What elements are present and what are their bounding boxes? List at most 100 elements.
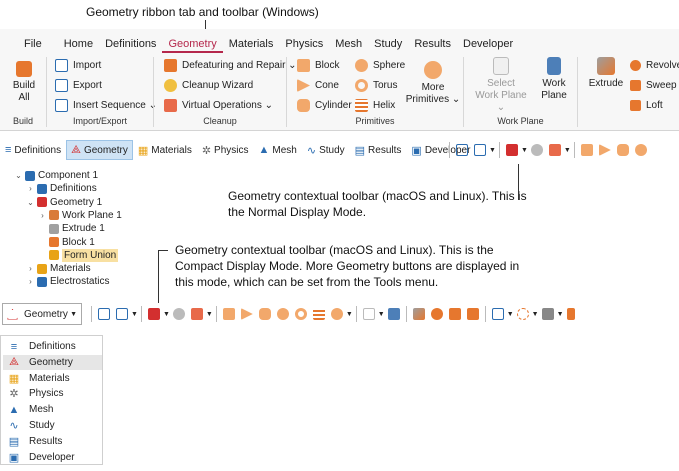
chevron-down-icon[interactable]: ▼ [532, 311, 539, 318]
toolbar-physics[interactable]: ✲ Physics [197, 140, 254, 160]
more-primitives-button[interactable]: More Primitives ⌄ [405, 61, 461, 106]
menu-item-developer[interactable]: ▣ Developer [3, 450, 102, 465]
insert-sequence-icon[interactable] [116, 308, 128, 320]
tree-node[interactable]: › Materials [26, 262, 90, 275]
insert-sequence-icon[interactable] [474, 144, 486, 156]
revolve-button[interactable]: Revolve [630, 59, 679, 72]
export-button[interactable]: Export [55, 79, 102, 92]
menu-item-mesh[interactable]: ▲ Mesh [3, 402, 102, 417]
cone-icon[interactable] [240, 308, 253, 320]
menu-item-physics[interactable]: ✲ Physics [3, 386, 102, 401]
toolbar-definitions[interactable]: ≡ Definitions [0, 140, 66, 160]
geometry-dropdown[interactable]: Geometry ▼ [2, 303, 82, 325]
tree-node[interactable]: Extrude 1 [38, 222, 105, 235]
select-work-plane-button[interactable]: Select Work Plane ⌄ [472, 57, 530, 114]
cone-button[interactable]: Cone [297, 79, 339, 92]
tree-node[interactable]: Form Union [38, 248, 119, 262]
tab-study[interactable]: Study [368, 37, 408, 53]
chevron-icon[interactable]: ⌄ [26, 196, 35, 209]
sweep-button[interactable]: Sweep [630, 79, 677, 92]
tab-physics[interactable]: Physics [279, 37, 329, 53]
virtual-operations-button[interactable]: Virtual Operations ⌄ [164, 99, 273, 112]
toolbar-results[interactable]: ▤ Results [350, 140, 407, 160]
revolve-icon[interactable] [430, 308, 443, 320]
cone-icon[interactable] [598, 144, 611, 156]
measure-icon[interactable] [566, 308, 575, 320]
cleanup-wizard-button[interactable]: Cleanup Wizard [164, 79, 253, 92]
chevron-down-icon[interactable]: ▼ [206, 311, 213, 318]
cylinder-icon[interactable] [616, 144, 629, 156]
toolbar-study[interactable]: ∿ Study [302, 140, 350, 160]
build-all-button[interactable]: Build All [8, 57, 40, 104]
torus-icon[interactable] [294, 308, 307, 320]
conversions-icon[interactable] [541, 308, 554, 320]
tab-developer[interactable]: Developer [457, 37, 519, 53]
loft-button[interactable]: Loft [630, 99, 663, 112]
tab-mesh[interactable]: Mesh [329, 37, 368, 53]
chevron-icon[interactable]: ⌄ [14, 169, 23, 182]
tab-definitions[interactable]: Definitions [99, 37, 162, 53]
torus-button[interactable]: Torus [355, 79, 397, 92]
more-primitives-icon[interactable] [330, 308, 343, 320]
sphere-button[interactable]: Sphere [355, 59, 405, 72]
sweep-icon[interactable] [448, 308, 461, 320]
extrude-icon[interactable] [412, 308, 425, 320]
defeaturing-button[interactable]: Defeaturing and Repair ⌄ [164, 59, 297, 72]
wizard-icon[interactable] [530, 144, 543, 156]
chevron-icon[interactable]: › [26, 182, 35, 195]
chevron-icon[interactable]: › [26, 262, 35, 275]
tree-node[interactable]: › Definitions [26, 182, 97, 195]
chevron-icon[interactable]: › [26, 275, 35, 288]
toolbar-geometry[interactable]: ⟁ Geometry [66, 140, 133, 160]
chevron-down-icon[interactable]: ▼ [163, 311, 170, 318]
chevron-down-icon[interactable]: ▼ [489, 147, 496, 154]
select-work-plane-icon[interactable] [362, 308, 375, 320]
chevron-icon[interactable]: › [38, 209, 47, 222]
helix-button[interactable]: Helix [355, 99, 395, 112]
work-plane-icon[interactable] [387, 308, 400, 320]
menu-item-study[interactable]: ∿ Study [3, 418, 102, 433]
block-icon[interactable] [580, 144, 593, 156]
tree-node[interactable]: ⌄ Geometry 1 [26, 196, 102, 209]
chevron-down-icon[interactable]: ▼ [507, 311, 514, 318]
chevron-down-icon[interactable]: ▼ [378, 311, 385, 318]
cylinder-button[interactable]: Cylinder [297, 99, 352, 112]
toolbar-mesh[interactable]: ▲ Mesh [254, 140, 302, 160]
menu-item-definitions[interactable]: ≡ Definitions [3, 339, 102, 354]
toolbar-materials[interactable]: ▦ Materials [133, 140, 197, 160]
wizard-icon[interactable] [172, 308, 185, 320]
booleans-icon[interactable] [491, 308, 504, 320]
import-icon[interactable] [456, 144, 468, 156]
import-icon[interactable] [98, 308, 110, 320]
defeaturing-icon[interactable] [505, 144, 518, 156]
tree-node[interactable]: Block 1 [38, 236, 95, 249]
tab-geometry[interactable]: Geometry [162, 37, 223, 53]
tab-materials[interactable]: Materials [223, 37, 280, 53]
block-icon[interactable] [222, 308, 235, 320]
defeaturing-icon[interactable] [147, 308, 160, 320]
block-button[interactable]: Block [297, 59, 339, 72]
transforms-icon[interactable] [516, 308, 529, 320]
cylinder-icon[interactable] [258, 308, 271, 320]
chevron-down-icon[interactable]: ▼ [131, 311, 138, 318]
tab-results[interactable]: Results [408, 37, 457, 53]
tree-node[interactable]: ⌄ Component 1 [14, 169, 98, 182]
work-plane-button[interactable]: Work Plane [534, 57, 574, 102]
import-button[interactable]: Import [55, 59, 101, 72]
chevron-down-icon[interactable]: ▼ [557, 311, 564, 318]
sphere-icon[interactable] [276, 308, 289, 320]
tab-file[interactable]: File [18, 37, 48, 53]
menu-item-results[interactable]: ▤ Results [3, 434, 102, 449]
menu-item-geometry[interactable]: ⟁ Geometry [3, 354, 102, 370]
virtual-operations-icon[interactable] [190, 308, 203, 320]
tab-home[interactable]: Home [58, 37, 99, 53]
virtual-operations-icon[interactable] [548, 144, 561, 156]
insert-sequence-button[interactable]: Insert Sequence ⌄ [55, 99, 157, 112]
tree-node[interactable]: › Electrostatics [26, 275, 109, 288]
tree-node[interactable]: › Work Plane 1 [38, 209, 122, 222]
sphere-icon[interactable] [634, 144, 647, 156]
menu-item-materials[interactable]: ▦ Materials [3, 371, 102, 386]
helix-icon[interactable] [312, 308, 325, 320]
chevron-down-icon[interactable]: ▼ [521, 147, 528, 154]
extrude-button[interactable]: Extrude [584, 57, 628, 90]
